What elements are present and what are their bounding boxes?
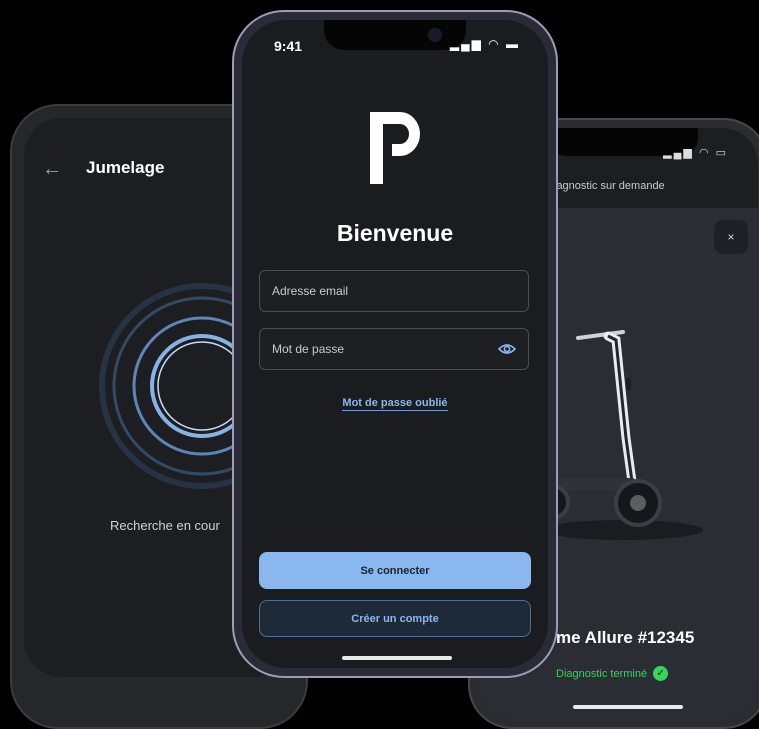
close-icon: × bbox=[727, 230, 735, 244]
product-name: me Allure #12345 bbox=[556, 628, 695, 647]
arrow-left-icon[interactable]: ← bbox=[42, 158, 62, 181]
email-field[interactable]: Adresse email bbox=[259, 270, 529, 312]
diagnostic-header: iagnostic sur demande bbox=[554, 180, 665, 192]
home-indicator bbox=[342, 656, 452, 660]
forgot-password-link[interactable]: Mot de passe oublié bbox=[242, 397, 548, 411]
center-phone: 9:41 ▂▄▆ ◠ ▬ Bienvenue Adresse email Mot… bbox=[232, 10, 558, 678]
eye-icon[interactable] bbox=[498, 343, 516, 355]
password-placeholder: Mot de passe bbox=[272, 342, 345, 356]
status-icons: ▂▄▆ ◠ ▭ bbox=[663, 147, 728, 159]
brand-logo-icon bbox=[370, 112, 420, 184]
notch bbox=[324, 20, 466, 50]
diagnostic-status: Diagnostic terminé ✓ bbox=[556, 666, 669, 681]
welcome-title: Bienvenue bbox=[336, 220, 454, 246]
diagnostic-status-text: Diagnostic terminé bbox=[556, 667, 648, 680]
email-placeholder: Adresse email bbox=[272, 284, 349, 298]
signup-button[interactable]: Créer un compte bbox=[259, 600, 531, 637]
scooter-image bbox=[538, 330, 703, 540]
status-icons: ▂▄▆ ◠ ▬ bbox=[449, 37, 520, 51]
password-field[interactable]: Mot de passe bbox=[259, 328, 529, 370]
home-indicator bbox=[573, 705, 683, 709]
close-button[interactable]: × bbox=[714, 220, 748, 254]
pairing-title: Jumelage bbox=[86, 158, 165, 177]
status-time: 9:41 bbox=[274, 38, 303, 54]
login-screen: 9:41 ▂▄▆ ◠ ▬ Bienvenue Adresse email Mot… bbox=[242, 20, 548, 668]
check-circle-icon: ✓ bbox=[653, 666, 669, 681]
search-status-text: Recherche en cour bbox=[110, 518, 220, 533]
forgot-password-label[interactable]: Mot de passe oublié bbox=[342, 397, 448, 411]
login-button[interactable]: Se connecter bbox=[259, 552, 531, 589]
camera-icon bbox=[428, 28, 442, 42]
